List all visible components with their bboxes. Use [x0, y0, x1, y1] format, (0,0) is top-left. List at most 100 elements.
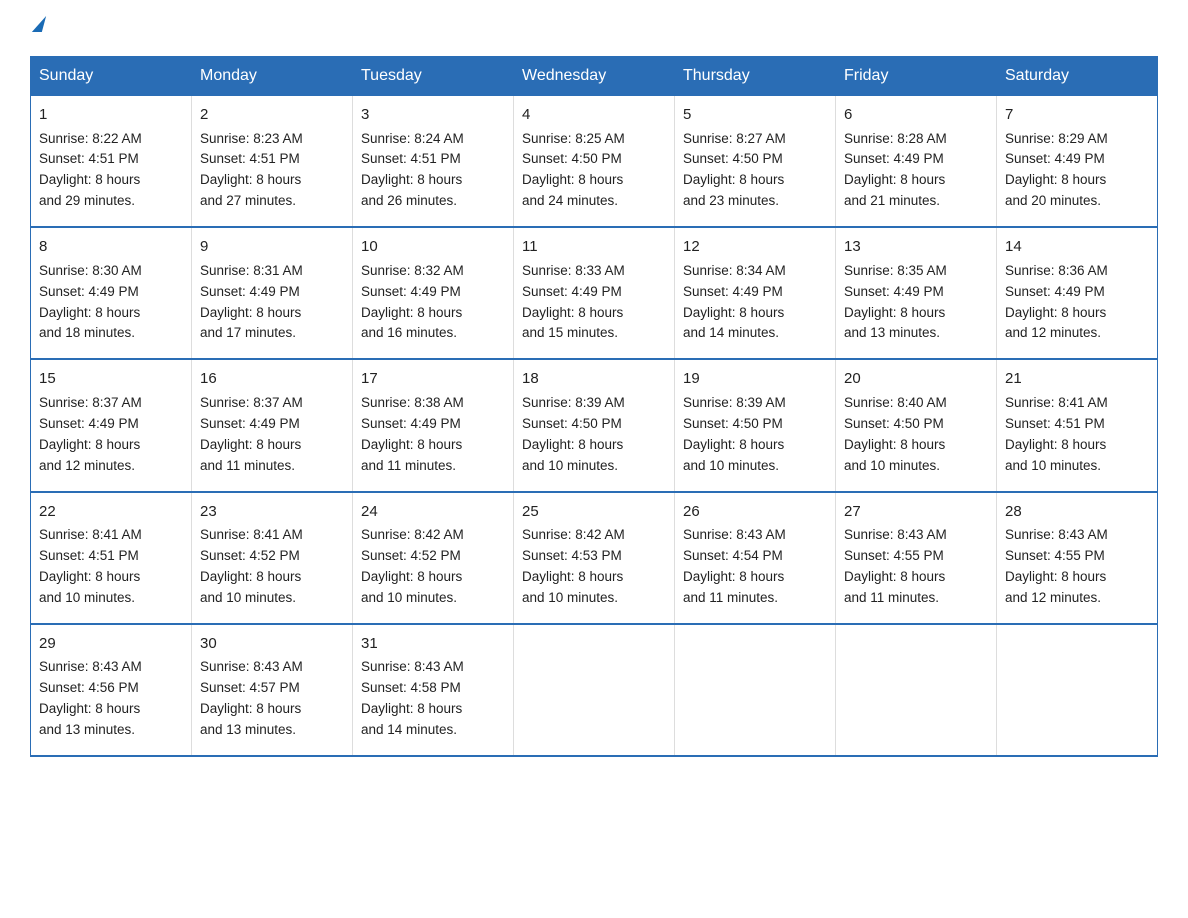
- calendar-cell: 9 Sunrise: 8:31 AMSunset: 4:49 PMDaylight…: [192, 227, 353, 359]
- day-info: Sunrise: 8:43 AMSunset: 4:55 PMDaylight:…: [844, 527, 947, 605]
- calendar-cell: [514, 624, 675, 756]
- calendar-cell: 14 Sunrise: 8:36 AMSunset: 4:49 PMDayligh…: [997, 227, 1158, 359]
- day-number: 30: [200, 633, 344, 656]
- day-info: Sunrise: 8:28 AMSunset: 4:49 PMDaylight:…: [844, 131, 947, 209]
- logo-triangle-icon: [32, 16, 46, 32]
- day-info: Sunrise: 8:38 AMSunset: 4:49 PMDaylight:…: [361, 395, 464, 473]
- day-number: 10: [361, 236, 505, 259]
- calendar-cell: 19 Sunrise: 8:39 AMSunset: 4:50 PMDayligh…: [675, 359, 836, 491]
- calendar-cell: 12 Sunrise: 8:34 AMSunset: 4:49 PMDayligh…: [675, 227, 836, 359]
- day-info: Sunrise: 8:43 AMSunset: 4:58 PMDaylight:…: [361, 659, 464, 737]
- day-info: Sunrise: 8:29 AMSunset: 4:49 PMDaylight:…: [1005, 131, 1108, 209]
- logo: [30, 20, 44, 36]
- calendar-week-row: 29 Sunrise: 8:43 AMSunset: 4:56 PMDayligh…: [31, 624, 1158, 756]
- calendar-cell: 22 Sunrise: 8:41 AMSunset: 4:51 PMDayligh…: [31, 492, 192, 624]
- calendar-cell: 4Sunrise: 8:25 AMSunset: 4:50 PMDaylight…: [514, 96, 675, 228]
- day-number: 29: [39, 633, 183, 656]
- column-header-saturday: Saturday: [997, 57, 1158, 96]
- day-info: Sunrise: 8:40 AMSunset: 4:50 PMDaylight:…: [844, 395, 947, 473]
- day-number: 14: [1005, 236, 1149, 259]
- day-number: 23: [200, 501, 344, 524]
- day-number: 28: [1005, 501, 1149, 524]
- calendar-cell: 7 Sunrise: 8:29 AMSunset: 4:49 PMDaylight…: [997, 96, 1158, 228]
- column-header-tuesday: Tuesday: [353, 57, 514, 96]
- calendar-cell: 11 Sunrise: 8:33 AMSunset: 4:49 PMDayligh…: [514, 227, 675, 359]
- calendar-week-row: 1 Sunrise: 8:22 AMSunset: 4:51 PMDaylight…: [31, 96, 1158, 228]
- day-number: 3: [361, 104, 505, 127]
- day-info: Sunrise: 8:37 AMSunset: 4:49 PMDaylight:…: [39, 395, 142, 473]
- calendar-week-row: 22 Sunrise: 8:41 AMSunset: 4:51 PMDayligh…: [31, 492, 1158, 624]
- day-number: 27: [844, 501, 988, 524]
- day-info: Sunrise: 8:34 AMSunset: 4:49 PMDaylight:…: [683, 263, 786, 341]
- day-number: 17: [361, 368, 505, 391]
- day-info: Sunrise: 8:23 AMSunset: 4:51 PMDaylight:…: [200, 131, 303, 209]
- calendar-cell: [997, 624, 1158, 756]
- day-info: Sunrise: 8:33 AMSunset: 4:49 PMDaylight:…: [522, 263, 625, 341]
- calendar-header-row: SundayMondayTuesdayWednesdayThursdayFrid…: [31, 57, 1158, 96]
- day-number: 19: [683, 368, 827, 391]
- day-number: 11: [522, 236, 666, 259]
- calendar-cell: [836, 624, 997, 756]
- calendar-cell: 6 Sunrise: 8:28 AMSunset: 4:49 PMDaylight…: [836, 96, 997, 228]
- calendar-cell: 28Sunrise: 8:43 AMSunset: 4:55 PMDayligh…: [997, 492, 1158, 624]
- day-info: Sunrise: 8:37 AMSunset: 4:49 PMDaylight:…: [200, 395, 303, 473]
- day-number: 6: [844, 104, 988, 127]
- calendar-cell: 25 Sunrise: 8:42 AMSunset: 4:53 PMDayligh…: [514, 492, 675, 624]
- day-number: 15: [39, 368, 183, 391]
- calendar-week-row: 8Sunrise: 8:30 AMSunset: 4:49 PMDaylight…: [31, 227, 1158, 359]
- calendar-cell: 13 Sunrise: 8:35 AMSunset: 4:49 PMDayligh…: [836, 227, 997, 359]
- calendar-cell: 17 Sunrise: 8:38 AMSunset: 4:49 PMDayligh…: [353, 359, 514, 491]
- day-info: Sunrise: 8:39 AMSunset: 4:50 PMDaylight:…: [522, 395, 625, 473]
- calendar-cell: 2 Sunrise: 8:23 AMSunset: 4:51 PMDaylight…: [192, 96, 353, 228]
- calendar-cell: 29 Sunrise: 8:43 AMSunset: 4:56 PMDayligh…: [31, 624, 192, 756]
- calendar-cell: 31 Sunrise: 8:43 AMSunset: 4:58 PMDayligh…: [353, 624, 514, 756]
- column-header-friday: Friday: [836, 57, 997, 96]
- day-number: 21: [1005, 368, 1149, 391]
- day-number: 26: [683, 501, 827, 524]
- calendar-cell: 21 Sunrise: 8:41 AMSunset: 4:51 PMDayligh…: [997, 359, 1158, 491]
- day-number: 20: [844, 368, 988, 391]
- day-number: 5: [683, 104, 827, 127]
- calendar-cell: 1 Sunrise: 8:22 AMSunset: 4:51 PMDaylight…: [31, 96, 192, 228]
- calendar-cell: 10Sunrise: 8:32 AMSunset: 4:49 PMDayligh…: [353, 227, 514, 359]
- calendar-cell: 3Sunrise: 8:24 AMSunset: 4:51 PMDaylight…: [353, 96, 514, 228]
- day-number: 4: [522, 104, 666, 127]
- day-number: 31: [361, 633, 505, 656]
- column-header-sunday: Sunday: [31, 57, 192, 96]
- day-number: 2: [200, 104, 344, 127]
- calendar-cell: 26Sunrise: 8:43 AMSunset: 4:54 PMDayligh…: [675, 492, 836, 624]
- day-number: 13: [844, 236, 988, 259]
- calendar-cell: 8Sunrise: 8:30 AMSunset: 4:49 PMDaylight…: [31, 227, 192, 359]
- day-info: Sunrise: 8:30 AMSunset: 4:49 PMDaylight:…: [39, 263, 142, 341]
- day-number: 22: [39, 501, 183, 524]
- day-number: 16: [200, 368, 344, 391]
- day-number: 9: [200, 236, 344, 259]
- day-info: Sunrise: 8:35 AMSunset: 4:49 PMDaylight:…: [844, 263, 947, 341]
- day-info: Sunrise: 8:39 AMSunset: 4:50 PMDaylight:…: [683, 395, 786, 473]
- day-number: 7: [1005, 104, 1149, 127]
- day-info: Sunrise: 8:41 AMSunset: 4:51 PMDaylight:…: [39, 527, 142, 605]
- day-info: Sunrise: 8:41 AMSunset: 4:51 PMDaylight:…: [1005, 395, 1108, 473]
- day-info: Sunrise: 8:42 AMSunset: 4:52 PMDaylight:…: [361, 527, 464, 605]
- calendar-cell: 27 Sunrise: 8:43 AMSunset: 4:55 PMDayligh…: [836, 492, 997, 624]
- calendar-cell: 30Sunrise: 8:43 AMSunset: 4:57 PMDayligh…: [192, 624, 353, 756]
- calendar-week-row: 15 Sunrise: 8:37 AMSunset: 4:49 PMDayligh…: [31, 359, 1158, 491]
- day-info: Sunrise: 8:22 AMSunset: 4:51 PMDaylight:…: [39, 131, 142, 209]
- calendar-table: SundayMondayTuesdayWednesdayThursdayFrid…: [30, 56, 1158, 757]
- calendar-cell: 23 Sunrise: 8:41 AMSunset: 4:52 PMDayligh…: [192, 492, 353, 624]
- calendar-cell: 18 Sunrise: 8:39 AMSunset: 4:50 PMDayligh…: [514, 359, 675, 491]
- calendar-cell: 15 Sunrise: 8:37 AMSunset: 4:49 PMDayligh…: [31, 359, 192, 491]
- day-number: 18: [522, 368, 666, 391]
- day-info: Sunrise: 8:31 AMSunset: 4:49 PMDaylight:…: [200, 263, 303, 341]
- column-header-wednesday: Wednesday: [514, 57, 675, 96]
- day-number: 12: [683, 236, 827, 259]
- day-number: 25: [522, 501, 666, 524]
- page-header: [30, 20, 1158, 36]
- day-number: 1: [39, 104, 183, 127]
- day-info: Sunrise: 8:42 AMSunset: 4:53 PMDaylight:…: [522, 527, 625, 605]
- day-info: Sunrise: 8:41 AMSunset: 4:52 PMDaylight:…: [200, 527, 303, 605]
- day-info: Sunrise: 8:43 AMSunset: 4:56 PMDaylight:…: [39, 659, 142, 737]
- calendar-cell: [675, 624, 836, 756]
- day-info: Sunrise: 8:36 AMSunset: 4:49 PMDaylight:…: [1005, 263, 1108, 341]
- day-info: Sunrise: 8:27 AMSunset: 4:50 PMDaylight:…: [683, 131, 786, 209]
